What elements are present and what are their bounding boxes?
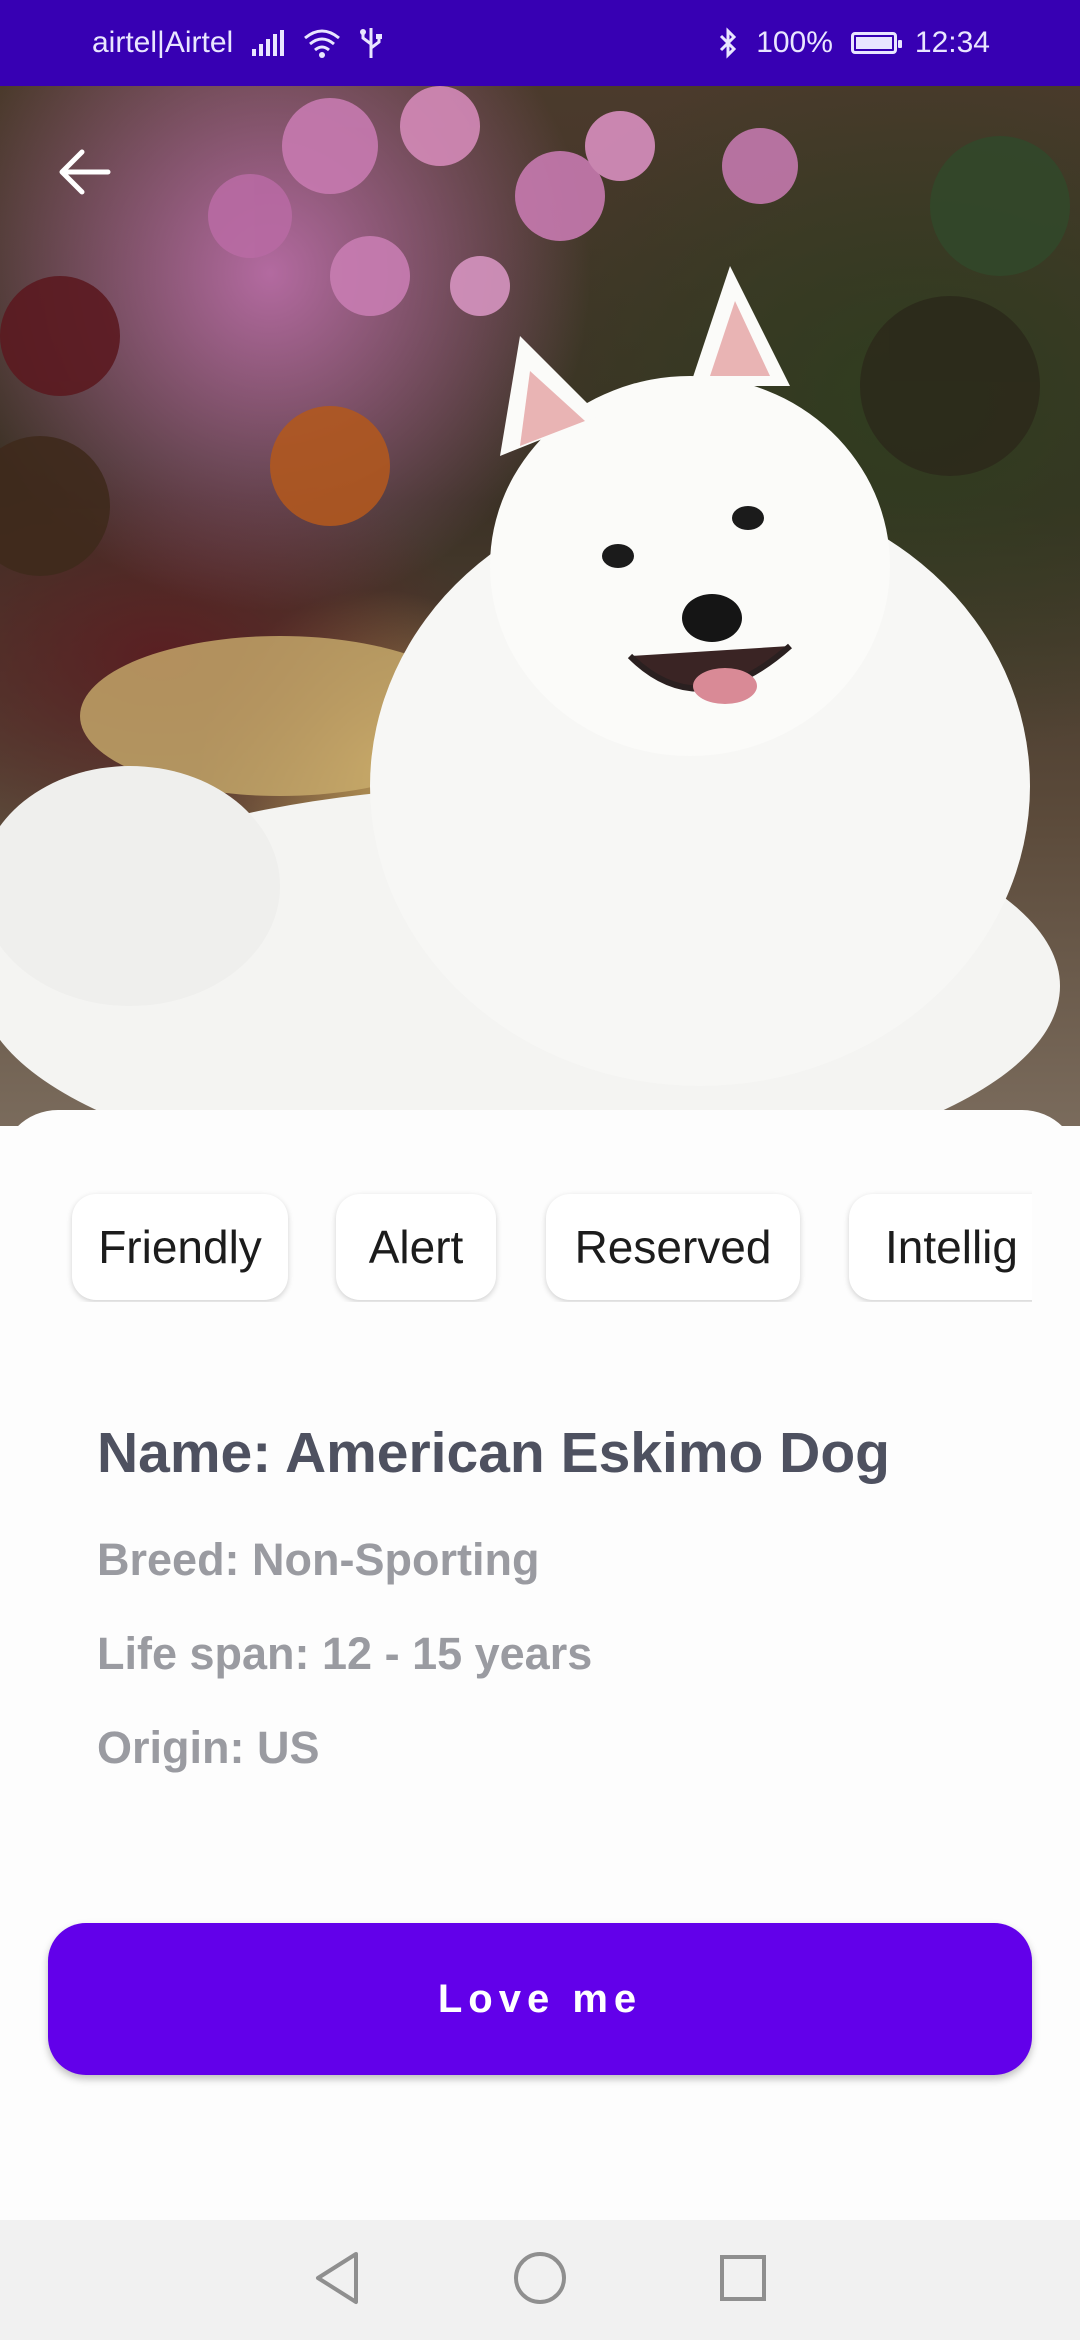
chip-intelligent[interactable]: Intellig	[849, 1194, 1032, 1300]
temperament-chips[interactable]: Friendly Alert Reserved Intellig	[0, 1182, 1032, 1302]
recents-square-icon[interactable]	[718, 2253, 768, 2308]
dog-name: Name: American Eskimo Dog	[97, 1421, 890, 1485]
life-span: Life span: 12 - 15 years	[97, 1628, 593, 1679]
usb-icon	[359, 26, 383, 60]
battery-percent: 100%	[756, 26, 833, 59]
chip-friendly[interactable]: Friendly	[72, 1194, 288, 1300]
breed-info: Name: American Eskimo Dog Breed: Non-Spo…	[97, 1420, 890, 1816]
breed-group: Breed: Non-Sporting	[97, 1534, 540, 1585]
chip-reserved[interactable]: Reserved	[546, 1194, 800, 1300]
chip-label: Intellig	[885, 1221, 1018, 1273]
back-triangle-icon[interactable]	[312, 2250, 362, 2311]
chip-label: Friendly	[98, 1221, 262, 1273]
carrier-label: airtel|Airtel	[92, 26, 234, 59]
wifi-icon	[303, 28, 341, 58]
system-nav-bar	[0, 2220, 1080, 2340]
origin: Origin: US	[97, 1722, 320, 1773]
back-arrow-icon	[59, 149, 111, 195]
status-bar: airtel|Airtel 100% 12:34	[0, 0, 1080, 86]
back-button[interactable]	[52, 140, 116, 204]
signal-icon	[251, 29, 285, 57]
chip-alert[interactable]: Alert	[336, 1194, 496, 1300]
clock: 12:34	[914, 26, 990, 59]
battery-icon	[850, 32, 902, 54]
chip-label: Reserved	[574, 1221, 772, 1273]
chip-label: Alert	[368, 1221, 464, 1273]
home-circle-icon[interactable]	[512, 2250, 568, 2311]
dog-photo	[0, 86, 1080, 1126]
details-sheet: Friendly Alert Reserved Intellig Name: A…	[0, 1110, 1080, 2220]
bluetooth-icon	[718, 27, 738, 59]
love-me-button[interactable]: Love me	[48, 1923, 1032, 2075]
